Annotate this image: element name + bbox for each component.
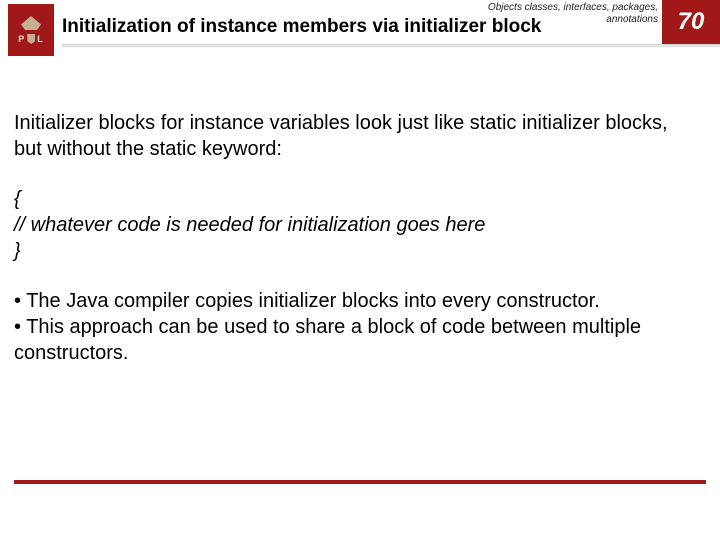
intro-paragraph: Initializer blocks for instance variable…: [14, 110, 700, 162]
code-comment-line: // whatever code is needed for initializ…: [14, 212, 700, 238]
shield-icon: [27, 34, 35, 44]
institution-logo: P L: [8, 4, 54, 56]
code-close-brace: }: [14, 238, 700, 264]
eagle-icon: [21, 16, 41, 30]
code-block: { // whatever code is needed for initial…: [14, 186, 700, 264]
logo-letter-l: L: [37, 34, 44, 44]
code-open-brace: {: [14, 186, 700, 212]
slide-title: Initialization of instance members via i…: [62, 16, 541, 38]
slide-content: Initializer blocks for instance variable…: [14, 110, 700, 366]
header-underline: [62, 44, 720, 46]
bullet-item-2: • This approach can be used to share a b…: [14, 314, 700, 366]
slide-header: P L Objects classes, interfaces, package…: [0, 0, 720, 56]
page-number: 70: [662, 0, 720, 44]
logo-letter-p: P: [18, 34, 25, 44]
breadcrumb-line1: Objects classes, interfaces, packages,: [488, 2, 658, 14]
bullet-item-1: • The Java compiler copies initializer b…: [14, 288, 700, 314]
footer-divider: [14, 480, 706, 484]
title-area: Objects classes, interfaces, packages, a…: [62, 0, 660, 44]
bullet-list: • The Java compiler copies initializer b…: [14, 288, 700, 366]
